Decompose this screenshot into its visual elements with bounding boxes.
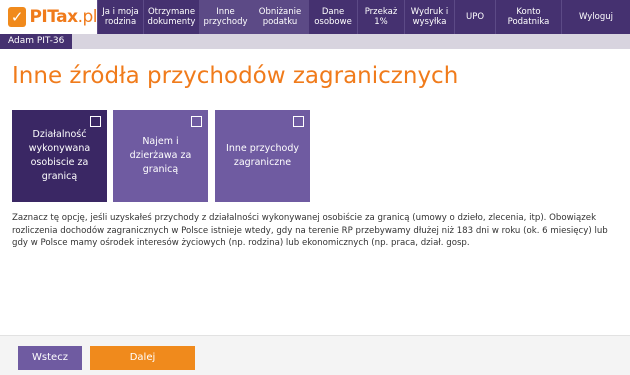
next-button[interactable]: Dalej <box>90 346 195 370</box>
logo-text: PITax.pl <box>29 7 97 27</box>
option-checkbox[interactable] <box>293 116 304 127</box>
option-label: Działalność wykonywana osobiscie za gran… <box>28 129 91 182</box>
checkmark-logo-icon: ✓ <box>8 7 27 27</box>
main-nav: Ja i moja rodzina Otrzymane dokumenty In… <box>97 0 630 34</box>
nav-upo[interactable]: UPO <box>454 0 495 34</box>
option-description: Zaznacz tę opcję, jeśli uzyskałeś przych… <box>12 213 608 249</box>
logo-text-main: PITax <box>29 7 78 27</box>
subtab-bar: Adam PIT-36 <box>0 34 630 49</box>
top-navigation-bar: ✓ PITax.pl Ja i moja rodzina Otrzymane d… <box>0 0 630 34</box>
nav-obnizanie-podatku[interactable]: Obniżanie podatku <box>251 0 308 34</box>
nav-inne-przychody[interactable]: Inne przychody <box>199 0 251 34</box>
nav-konto-podatnika[interactable]: Konto Podatnika <box>495 0 561 34</box>
main-content: Inne źródła przychodów zagranicznych Dzi… <box>0 49 630 335</box>
option-checkbox[interactable] <box>191 116 202 127</box>
nav-wydruk-i-wysylka[interactable]: Wydruk i wysyłka <box>404 0 454 34</box>
option-tile-inne[interactable]: Inne przychody zagraniczne <box>215 110 310 202</box>
logo-text-suffix: .pl <box>77 7 98 27</box>
logo[interactable]: ✓ PITax.pl <box>0 0 98 34</box>
page-title: Inne źródła przychodów zagranicznych <box>12 63 459 89</box>
option-tile-najem[interactable]: Najem i dzierżawa za granicą <box>113 110 208 202</box>
option-checkbox[interactable] <box>90 116 101 127</box>
nav-przekaz-1[interactable]: Przekaż 1% <box>357 0 404 34</box>
nav-dane-osobowe[interactable]: Dane osobowe <box>308 0 357 34</box>
nav-otrzymane-dokumenty[interactable]: Otrzymane dokumenty <box>143 0 199 34</box>
back-button[interactable]: Wstecz <box>18 346 82 370</box>
option-label: Inne przychody zagraniczne <box>226 143 299 168</box>
option-label: Najem i dzierżawa za granicą <box>129 136 192 175</box>
subtab-adam-pit36[interactable]: Adam PIT-36 <box>0 34 73 49</box>
nav-ja-i-moja-rodzina[interactable]: Ja i moja rodzina <box>97 0 143 34</box>
nav-wyloguj[interactable]: Wyloguj <box>561 0 630 34</box>
option-tile-dzialalnosc[interactable]: Działalność wykonywana osobiscie za gran… <box>12 110 107 202</box>
